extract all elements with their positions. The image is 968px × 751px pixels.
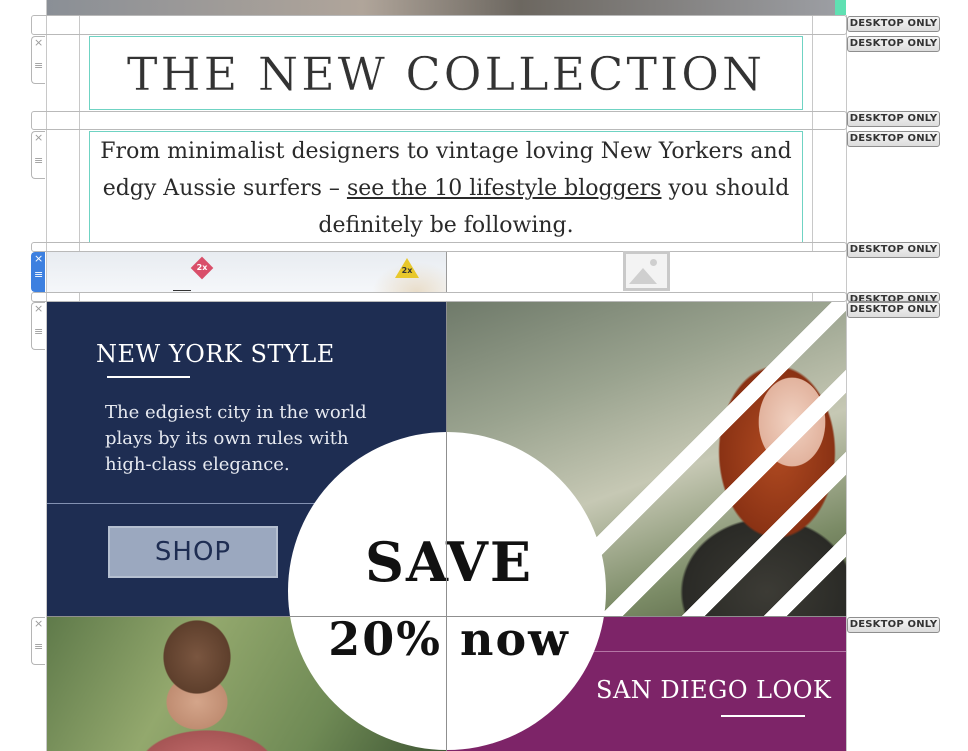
row-frame-1 (31, 15, 847, 35)
drag-icon[interactable]: ≡ (34, 640, 43, 653)
drag-icon[interactable]: ≡ (34, 325, 43, 338)
row-guide (47, 616, 846, 617)
drag-icon[interactable]: ≡ (34, 154, 43, 167)
new-york-description: The edgiest city in the world plays by i… (105, 402, 367, 475)
desktop-only-button[interactable]: DESKTOP ONLY (847, 111, 940, 127)
row-handle-title[interactable]: × ≡ (31, 36, 45, 84)
drag-icon[interactable]: ≡ (34, 268, 43, 281)
row-handle-intro[interactable]: × ≡ (31, 131, 45, 179)
bloggers-link[interactable]: see the 10 lifestyle bloggers (347, 176, 662, 201)
desktop-only-button[interactable]: DESKTOP ONLY (847, 302, 940, 318)
close-icon[interactable]: × (34, 131, 43, 144)
close-icon[interactable]: × (34, 252, 43, 265)
desktop-only-button[interactable]: DESKTOP ONLY (847, 292, 940, 302)
san-diego-title-rule (721, 715, 805, 717)
drag-icon[interactable]: ≡ (34, 59, 43, 72)
promo-save-text: SAVE (364, 530, 534, 594)
page-title: THE NEW COLLECTION (126, 47, 766, 101)
placeholder-mountain (629, 268, 657, 284)
row-frame-4 (31, 292, 847, 302)
desktop-only-button[interactable]: DESKTOP ONLY (847, 617, 940, 633)
desktop-only-button[interactable]: DESKTOP ONLY (847, 131, 940, 147)
top-image-strip (47, 0, 836, 15)
top-image-accent (835, 0, 846, 15)
placeholder-sun (650, 259, 657, 266)
new-york-title-rule (107, 376, 190, 378)
image-slot-underline (173, 290, 191, 291)
promo-percent-text: 20% now (328, 612, 570, 666)
retina-warning-label: 2x (401, 266, 413, 275)
row-handle-san-diego[interactable]: × ≡ (31, 617, 45, 665)
shop-button[interactable]: SHOP (108, 526, 278, 578)
san-diego-title: SAN DIEGO LOOK (596, 676, 832, 704)
image-placeholder-icon[interactable] (623, 251, 670, 291)
row-handle-new-york[interactable]: × ≡ (31, 302, 45, 350)
desktop-only-button[interactable]: DESKTOP ONLY (847, 242, 940, 258)
desktop-only-button[interactable]: DESKTOP ONLY (847, 36, 940, 52)
retina-badge-label: 2x (196, 263, 208, 272)
close-icon[interactable]: × (34, 302, 43, 315)
row-handle-image-selected[interactable]: × ≡ (31, 252, 45, 292)
intro-paragraph: From minimalist designers to vintage lov… (90, 133, 802, 244)
column-guide (446, 302, 447, 751)
row-frame-2 (31, 111, 847, 130)
new-york-title: NEW YORK STYLE (96, 340, 335, 368)
desktop-only-button[interactable]: DESKTOP ONLY (847, 16, 940, 32)
close-icon[interactable]: × (34, 617, 43, 630)
close-icon[interactable]: × (34, 36, 43, 49)
